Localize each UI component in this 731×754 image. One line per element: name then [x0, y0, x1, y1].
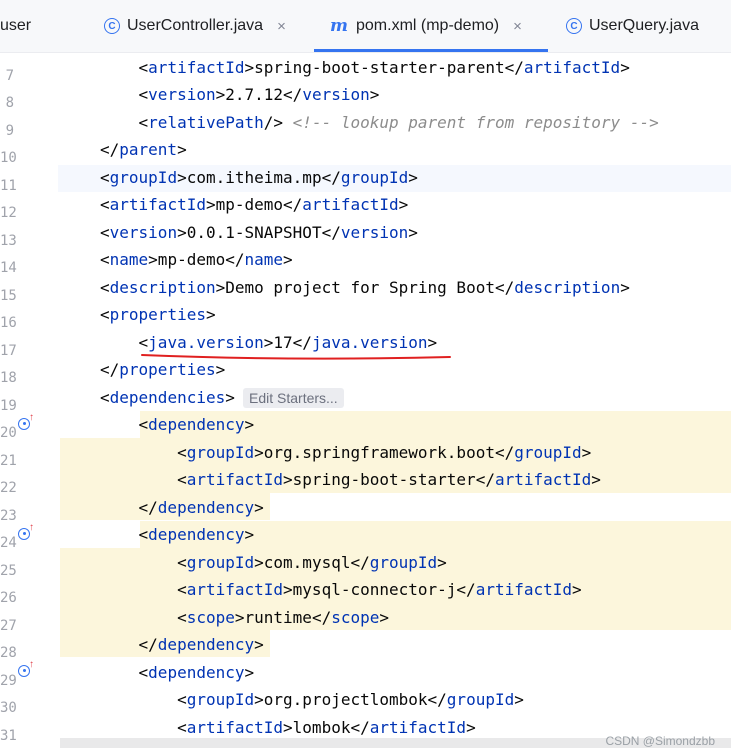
line-number: 20 — [0, 425, 17, 441]
tab-pom-xml[interactable]: m pom.xml (mp-demo) × — [330, 0, 522, 52]
code-line[interactable]: <version>0.0.1-SNAPSHOT</version> — [100, 223, 418, 243]
edit-starters-hint[interactable]: Edit Starters... — [243, 388, 344, 408]
code-line[interactable]: <java.version>17</java.version> — [100, 333, 438, 353]
close-icon[interactable]: × — [277, 18, 286, 35]
code-line[interactable]: <groupId>com.itheima.mp</groupId> — [100, 168, 418, 188]
class-icon: C — [104, 18, 120, 34]
code-line[interactable]: <artifactId>mp-demo</artifactId> — [100, 195, 408, 215]
line-number: 18 — [0, 370, 17, 386]
code-line[interactable]: <artifactId>spring-boot-starter-parent</… — [100, 58, 630, 78]
line-number: 25 — [0, 563, 17, 579]
line-number: 23 — [0, 508, 17, 524]
code-line[interactable]: <dependency> — [100, 415, 255, 435]
line-number: 19 — [0, 398, 17, 414]
code-line[interactable]: <version>2.7.12</version> — [100, 85, 380, 105]
tab-user-query[interactable]: C UserQuery.java — [566, 0, 699, 52]
code-line[interactable]: </parent> — [100, 140, 187, 160]
arrow-up-icon: ↑ — [29, 412, 34, 423]
code-line[interactable]: <relativePath/> <!-- lookup parent from … — [100, 113, 659, 133]
line-number: 30 — [0, 700, 17, 716]
code-line[interactable]: <scope>runtime</scope> — [100, 608, 389, 628]
code-line[interactable]: </properties> — [100, 360, 225, 380]
maven-icon: m — [330, 16, 348, 36]
line-number: 12 — [0, 205, 17, 221]
editor-tab-bar: user C UserController.java × m pom.xml (… — [0, 0, 731, 53]
code-line[interactable]: <groupId>org.projectlombok</groupId> — [100, 690, 524, 710]
line-number: 24 — [0, 535, 17, 551]
line-number: 13 — [0, 233, 17, 249]
tab-label: user — [0, 17, 32, 34]
code-line[interactable]: <properties> — [100, 305, 216, 325]
arrow-up-icon: ↑ — [29, 522, 34, 533]
line-number: 7 — [5, 68, 14, 84]
red-underline-annotation — [141, 354, 451, 360]
line-number-gutter[interactable]: 7 8 9 10 11 12 13 14 15 16 17 18 19 20 2… — [0, 53, 58, 754]
line-number: 21 — [0, 453, 17, 469]
code-line[interactable]: <artifactId>spring-boot-starter</artifac… — [100, 470, 601, 490]
watermark: CSDN @Simondzbb — [605, 734, 715, 748]
line-number: 8 — [5, 95, 14, 111]
line-number: 22 — [0, 480, 17, 496]
line-number: 26 — [0, 590, 17, 606]
tab-label: pom.xml (mp-demo) — [356, 17, 500, 34]
tab-user-controller[interactable]: C UserController.java × — [104, 0, 286, 52]
code-line[interactable]: <description>Demo project for Spring Boo… — [100, 278, 630, 298]
line-number: 11 — [0, 178, 17, 194]
code-line[interactable]: </dependency> — [100, 498, 264, 518]
code-line[interactable]: <dependency> — [100, 663, 255, 683]
line-number: 10 — [0, 150, 17, 166]
code-line[interactable]: <dependencies> — [100, 388, 235, 408]
close-icon[interactable]: × — [513, 18, 522, 35]
line-number: 16 — [0, 315, 17, 331]
active-tab-indicator — [314, 49, 548, 52]
line-number: 17 — [0, 343, 17, 359]
line-number: 27 — [0, 618, 17, 634]
code-line[interactable]: <artifactId>mysql-connector-j</artifactI… — [100, 580, 582, 600]
code-line[interactable]: <groupId>com.mysql</groupId> — [100, 553, 447, 573]
line-number: 9 — [5, 123, 14, 139]
code-line[interactable]: <artifactId>lombok</artifactId> — [100, 718, 476, 738]
tab-label: UserController.java — [127, 17, 264, 34]
tab-label: UserQuery.java — [589, 17, 699, 34]
code-line[interactable]: <dependency> — [100, 525, 255, 545]
tab-user[interactable]: user — [0, 0, 31, 52]
class-icon: C — [566, 18, 582, 34]
line-number: 28 — [0, 645, 17, 661]
line-number: 29 — [0, 673, 17, 689]
code-line[interactable]: <name>mp-demo</name> — [100, 250, 293, 270]
line-number: 14 — [0, 260, 17, 276]
arrow-up-icon: ↑ — [29, 659, 34, 670]
code-line[interactable]: </dependency> — [100, 635, 264, 655]
line-number: 15 — [0, 288, 17, 304]
code-line[interactable]: <groupId>org.springframework.boot</group… — [100, 443, 591, 463]
line-number: 31 — [0, 728, 17, 744]
